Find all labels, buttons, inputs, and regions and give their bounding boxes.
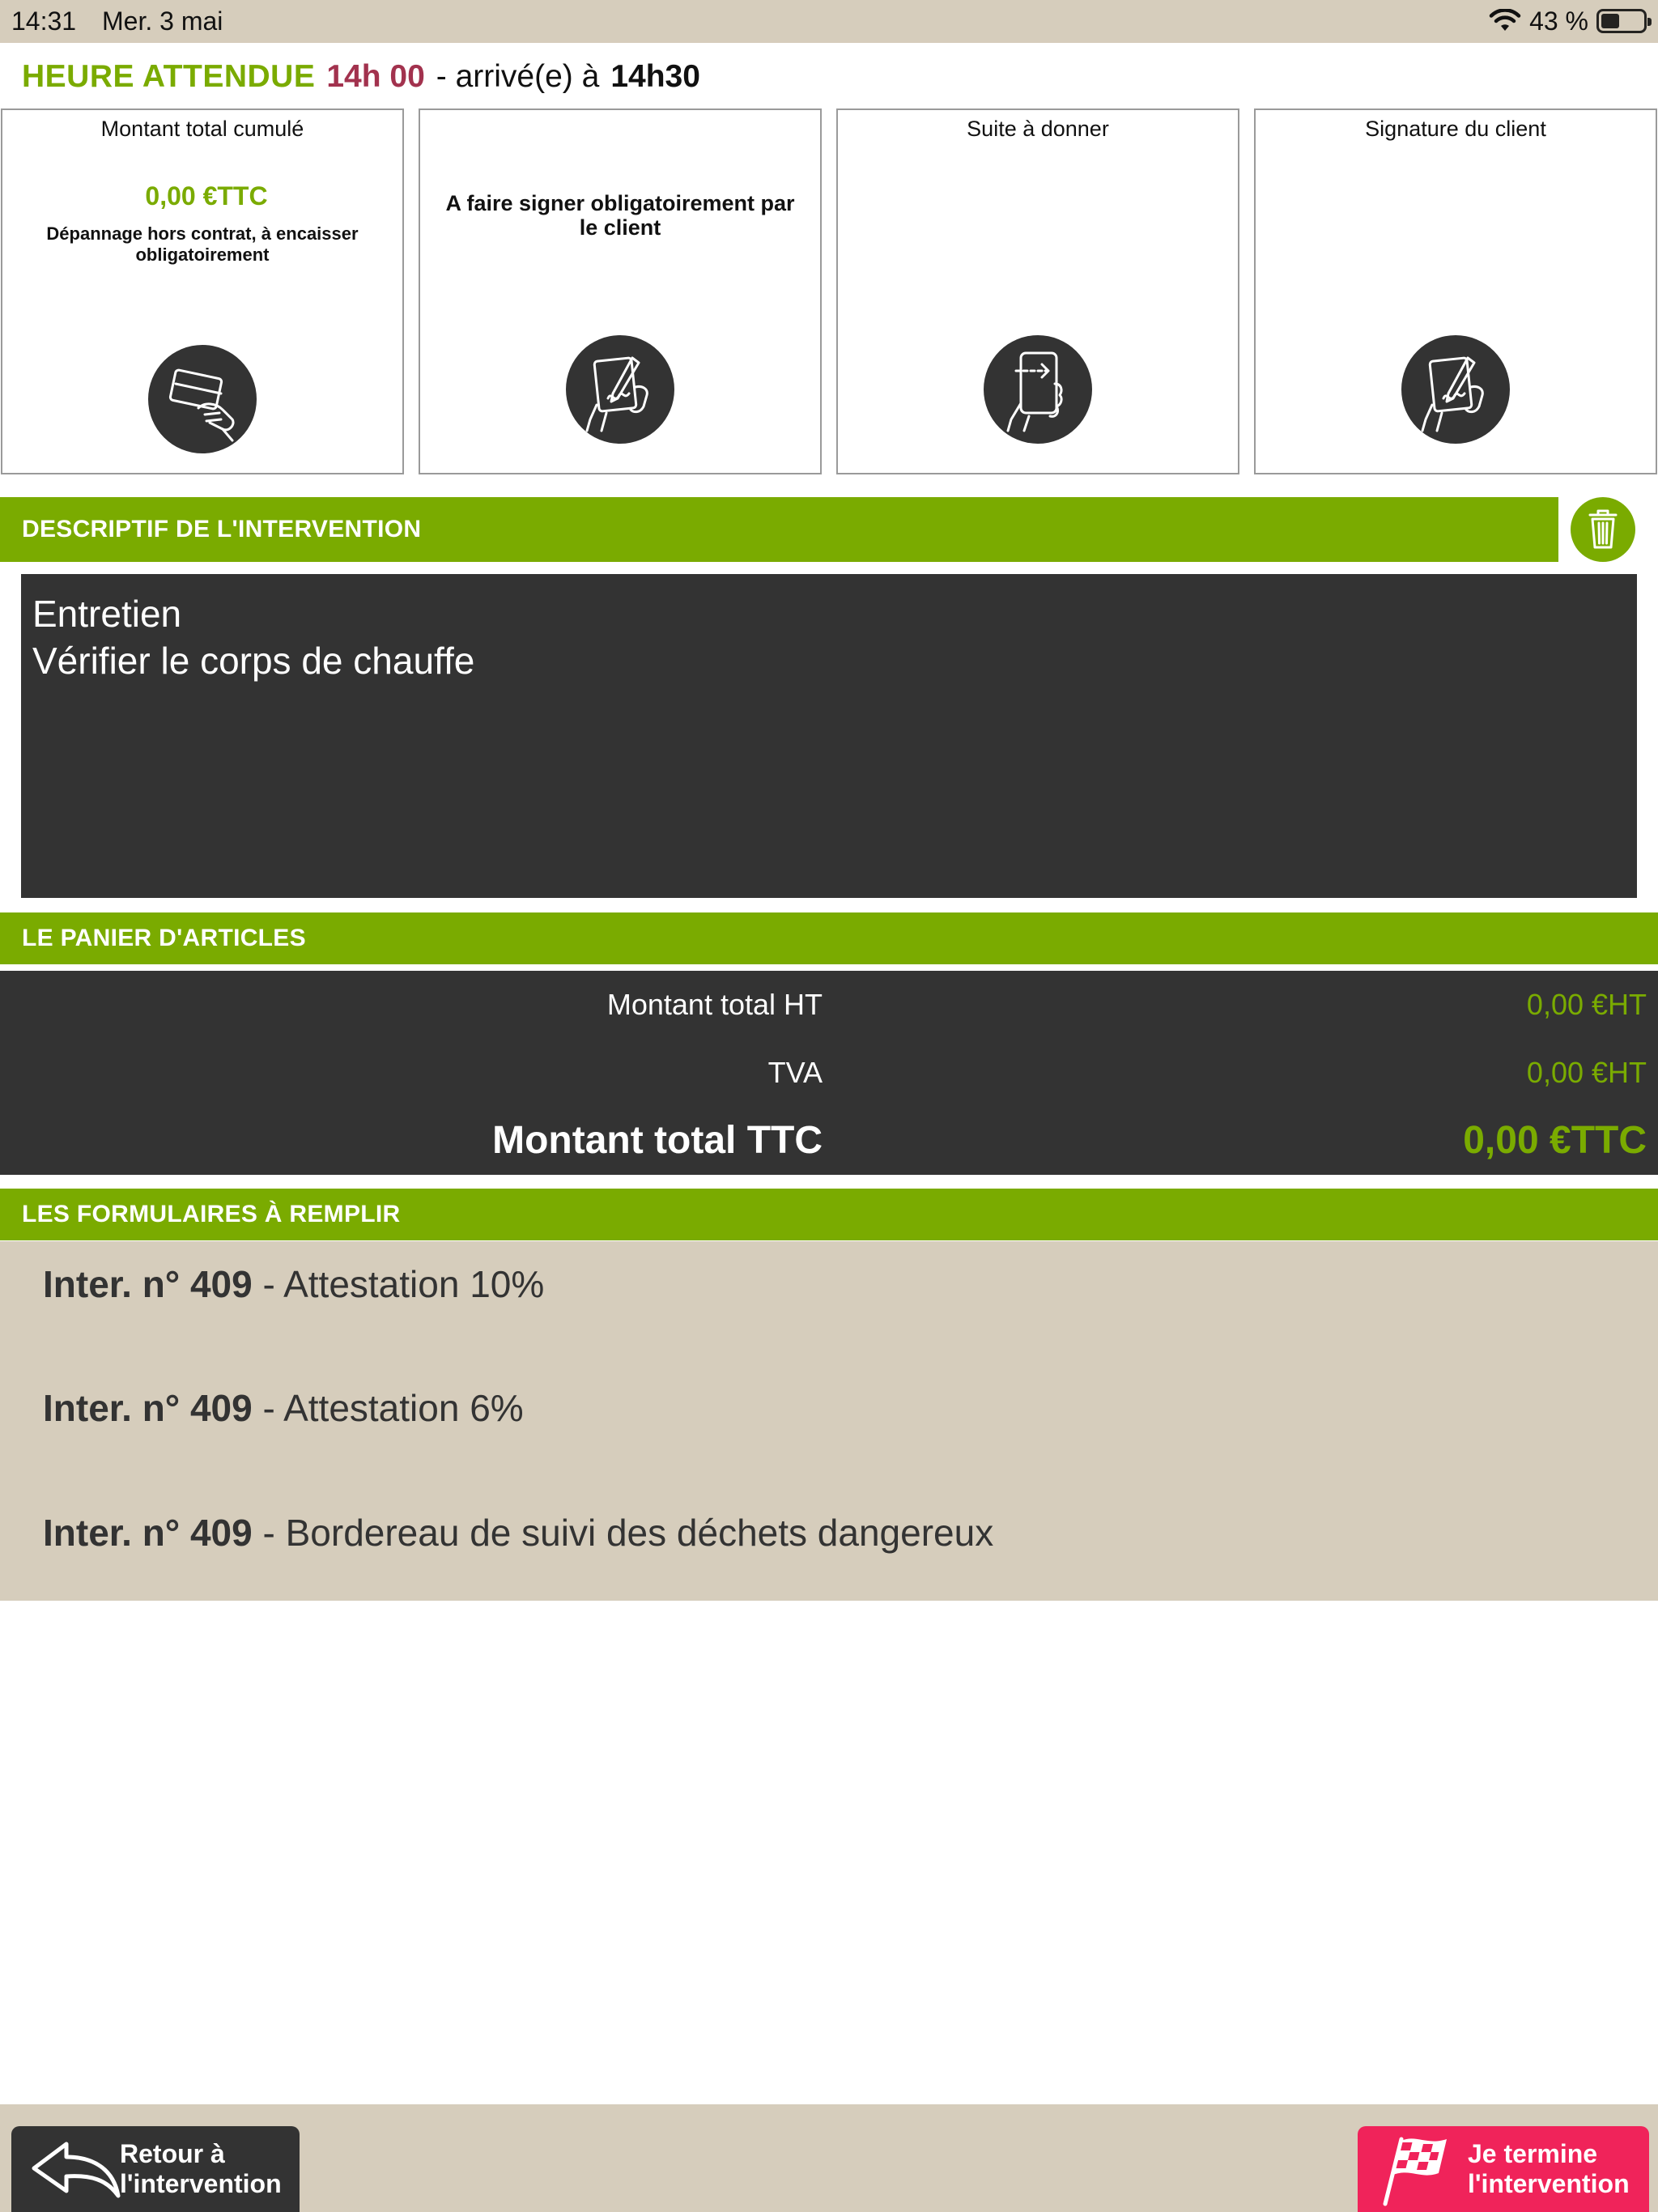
form-item-ref: Inter. n° 409	[43, 1387, 253, 1429]
battery-icon	[1596, 9, 1652, 33]
total-ht-value: 0,00 €HT	[1526, 988, 1647, 1021]
finish-button-label: Je termine l'intervention	[1468, 2139, 1630, 2199]
total-ttc-label: Montant total TTC	[492, 1118, 823, 1162]
description-box[interactable]: Entretien Vérifier le corps de chauffe	[21, 574, 1637, 898]
forms-section-header: LES FORMULAIRES À REMPLIR	[0, 1189, 1658, 1240]
sign-mandatory-text: A faire signer obligatoirement par le cl…	[445, 191, 795, 240]
status-bar: 14:31 Mer. 3 mai 43 %	[0, 0, 1658, 43]
phone-share-icon[interactable]	[984, 335, 1092, 444]
total-ttc-value: 0,00 €TTC	[1463, 1118, 1647, 1162]
arrival-time-value: 14h30	[610, 59, 700, 94]
payment-card[interactable]: Montant total cumulé 0,00 €TTC Dépannage…	[1, 108, 404, 474]
payment-card-note: Dépannage hors contrat, à encaisser obli…	[46, 223, 359, 265]
basket-header-label: LE PANIER D'ARTICLES	[22, 925, 306, 951]
basket-totals: Montant total HT 0,00 €HT TVA 0,00 €HT M…	[0, 971, 1658, 1175]
client-signature-card-title: Signature du client	[1365, 117, 1546, 141]
description-section-header: DESCRIPTIF DE L'INTERVENTION	[0, 497, 1558, 562]
form-item-bordereau-dechets[interactable]: Inter. n° 409 - Bordereau de suivi des d…	[43, 1511, 993, 1555]
form-item-name: - Bordereau de suivi des déchets dangere…	[262, 1512, 994, 1554]
status-date: Mer. 3 mai	[102, 6, 223, 36]
arrived-label: - arrivé(e) à	[436, 59, 600, 94]
tva-value: 0,00 €HT	[1526, 1056, 1647, 1089]
back-button-label: Retour à l'intervention	[120, 2139, 282, 2199]
description-line: Vérifier le corps de chauffe	[32, 640, 475, 682]
finish-intervention-button[interactable]: Je termine l'intervention	[1358, 2126, 1649, 2212]
sign-document-icon[interactable]	[1401, 335, 1510, 444]
status-time: 14:31	[11, 6, 77, 36]
total-ttc-row: Montant total TTC 0,00 €TTC	[0, 1113, 1658, 1167]
follow-up-card[interactable]: Suite à donner	[836, 108, 1239, 474]
form-item-name: - Attestation 6%	[262, 1387, 524, 1429]
card-payment-icon[interactable]	[148, 345, 257, 453]
finish-label-line: Je termine	[1468, 2139, 1598, 2168]
follow-up-card-title: Suite à donner	[967, 117, 1109, 141]
arrival-heading: HEURE ATTENDUE 14h 00 - arrivé(e) à 14h3…	[22, 57, 700, 97]
finish-label-line: l'intervention	[1468, 2169, 1630, 2198]
client-signature-card[interactable]: Signature du client	[1254, 108, 1657, 474]
description-line: Entretien	[32, 593, 182, 635]
sign-document-icon[interactable]	[566, 335, 674, 444]
back-arrow-icon	[32, 2142, 121, 2198]
tva-row: TVA 0,00 €HT	[0, 1050, 1658, 1095]
back-label-line: l'intervention	[120, 2169, 282, 2198]
checkered-flag-icon	[1383, 2137, 1447, 2206]
sign-mandatory-card[interactable]: A faire signer obligatoirement par le cl…	[419, 108, 822, 474]
battery-percent: 43 %	[1529, 6, 1588, 36]
wifi-icon	[1489, 9, 1521, 31]
form-item-name: - Attestation 10%	[262, 1263, 545, 1305]
trash-icon[interactable]	[1571, 497, 1635, 562]
total-ht-row: Montant total HT 0,00 €HT	[0, 982, 1658, 1027]
payment-card-title: Montant total cumulé	[100, 117, 304, 141]
form-item-ref: Inter. n° 409	[43, 1263, 253, 1305]
expected-time-label: HEURE ATTENDUE	[22, 59, 316, 94]
basket-section-header: LE PANIER D'ARTICLES	[0, 912, 1658, 964]
tva-label: TVA	[767, 1056, 823, 1089]
status-right: 43 %	[1489, 6, 1652, 36]
description-header-label: DESCRIPTIF DE L'INTERVENTION	[22, 516, 422, 542]
form-item-attestation-6[interactable]: Inter. n° 409 - Attestation 6%	[43, 1386, 524, 1430]
payment-card-amount: 0,00 €TTC	[145, 181, 268, 211]
forms-header-label: LES FORMULAIRES À REMPLIR	[22, 1201, 401, 1227]
forms-list: Inter. n° 409 - Attestation 10% Inter. n…	[0, 1241, 1658, 1601]
form-item-attestation-10[interactable]: Inter. n° 409 - Attestation 10%	[43, 1262, 544, 1306]
total-ht-label: Montant total HT	[606, 988, 823, 1021]
back-to-intervention-button[interactable]: Retour à l'intervention	[11, 2126, 300, 2212]
form-item-ref: Inter. n° 409	[43, 1512, 253, 1554]
back-label-line: Retour à	[120, 2139, 225, 2168]
expected-time-value: 14h 00	[326, 59, 425, 94]
